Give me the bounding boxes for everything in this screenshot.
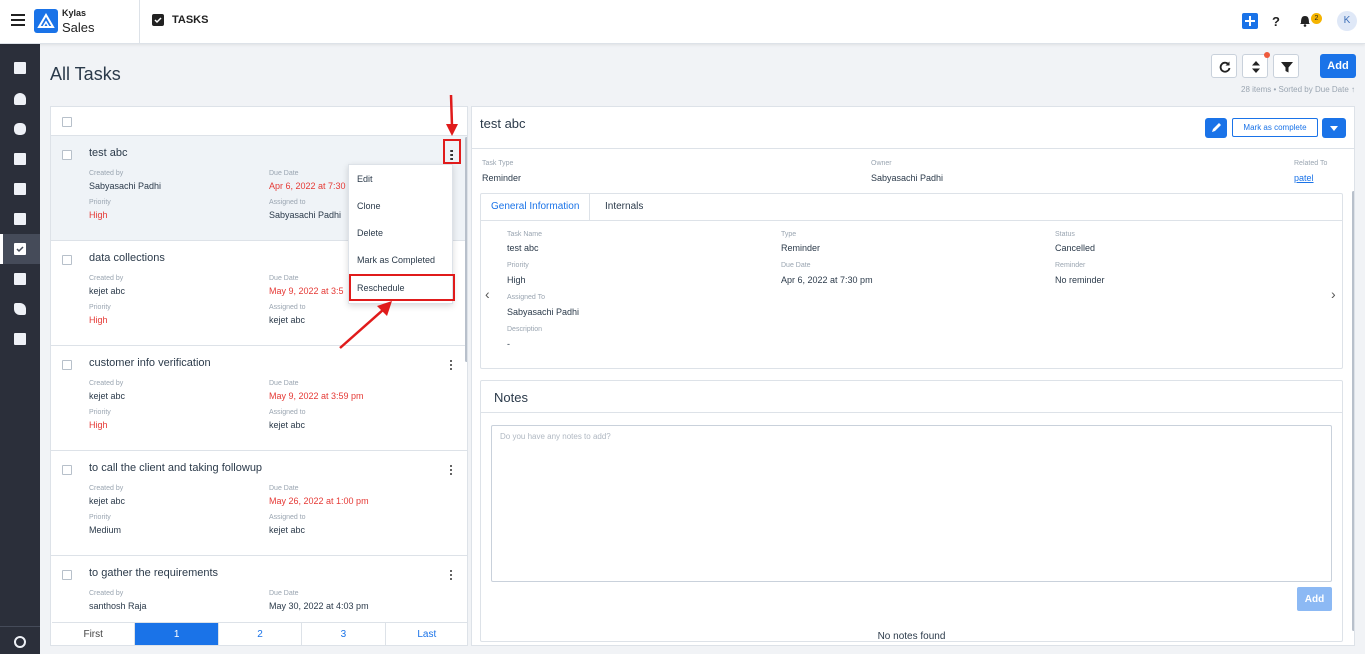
arrow-to-reschedule [339,301,392,349]
annotation-arrows [339,94,458,349]
arrow-to-kebab [446,94,458,136]
